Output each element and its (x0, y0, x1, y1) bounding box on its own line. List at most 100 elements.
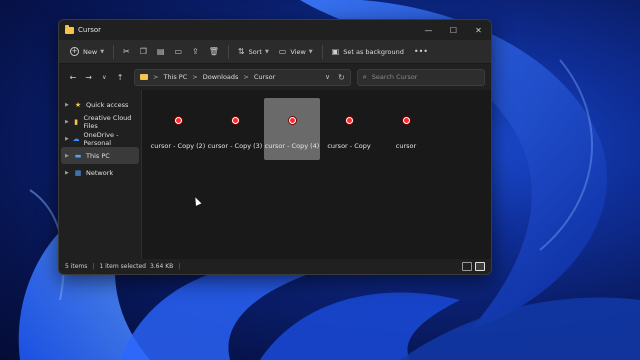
search-icon: ⌕ (362, 72, 367, 81)
file-name: cursor - Copy (2) (150, 142, 206, 150)
status-divider: | (178, 263, 181, 270)
folder-icon (65, 24, 74, 34)
trash-icon: 🗑 (208, 47, 219, 56)
file-item[interactable]: cursor - Copy (2) (150, 98, 206, 160)
star-icon: ★ (74, 100, 82, 109)
window-title: Cursor (78, 26, 102, 34)
cursor-file-icon (402, 116, 410, 124)
command-bar: + New ▼ ✂ ❐ ▤ ▭ ⇪ 🗑 ⇅ Sort ▼ ▭ View ▼ ▣ … (59, 40, 491, 64)
chevron-down-icon: ▼ (308, 48, 313, 55)
sidebar-item-label: Creative Cloud Files (83, 113, 132, 130)
breadcrumb-this-pc[interactable]: This PC (163, 73, 187, 81)
title-bar[interactable]: Cursor — ☐ ✕ (59, 20, 491, 40)
more-options-button[interactable]: ••• (409, 43, 433, 61)
selection-count: 1 item selected (99, 263, 146, 270)
sidebar-item-onedrive[interactable]: ▶ ☁ OneDrive - Personal (61, 130, 139, 147)
expand-chevron-icon[interactable]: ▶ (65, 102, 73, 108)
status-divider: | (92, 263, 95, 270)
sidebar-item-network[interactable]: ▶ ▦ Network (61, 164, 139, 181)
cloud-icon: ☁ (72, 134, 80, 143)
file-name: cursor - Copy (327, 142, 371, 150)
breadcrumb-separator: > (153, 73, 159, 81)
file-item-selected[interactable]: cursor - Copy (4) (264, 98, 320, 160)
cursor-file-icon (345, 116, 353, 124)
file-name: cursor - Copy (3) (207, 142, 263, 150)
file-explorer-window: Cursor — ☐ ✕ + New ▼ ✂ ❐ ▤ ▭ ⇪ 🗑 ⇅ Sort … (58, 19, 492, 275)
up-arrow-icon[interactable]: ↑ (112, 73, 128, 82)
back-arrow-icon[interactable]: ← (65, 73, 81, 82)
file-item[interactable]: cursor (378, 98, 434, 160)
paste-button[interactable]: ▤ (152, 43, 170, 61)
file-name: cursor (395, 142, 417, 150)
refresh-icon[interactable]: ↻ (338, 73, 345, 82)
item-count: 5 items (65, 263, 88, 270)
sort-icon: ⇅ (237, 47, 245, 56)
sidebar-item-this-pc[interactable]: ▶ ▬ This PC (61, 147, 139, 164)
delete-button[interactable]: 🗑 (204, 43, 224, 61)
close-button[interactable]: ✕ (466, 20, 491, 40)
copy-icon: ❐ (139, 47, 147, 56)
minimize-button[interactable]: — (416, 20, 441, 40)
toolbar-divider (227, 44, 229, 59)
breadcrumb-cursor[interactable]: Cursor (254, 73, 275, 81)
paste-icon: ▤ (156, 47, 165, 56)
set-as-background-label: Set as background (343, 47, 404, 56)
chevron-down-icon: ▼ (100, 48, 105, 55)
rename-icon: ▭ (174, 47, 183, 56)
sort-button[interactable]: ⇅ Sort ▼ (233, 43, 274, 61)
cursor-file-icon (231, 116, 239, 124)
expand-chevron-icon[interactable]: ▶ (65, 119, 72, 125)
address-bar[interactable]: > This PC > Downloads > Cursor ∨ ↻ (134, 68, 351, 86)
sort-label: Sort (248, 47, 262, 56)
details-view-icon[interactable] (462, 262, 472, 271)
view-button[interactable]: ▭ View ▼ (274, 43, 318, 61)
sidebar-item-creative-cloud-files[interactable]: ▶ ▮ Creative Cloud Files (61, 113, 139, 130)
cursor-file-icon (288, 116, 296, 124)
cursor-file-icon (174, 116, 182, 124)
share-icon: ⇪ (192, 47, 199, 56)
expand-chevron-icon[interactable]: ▶ (65, 136, 72, 142)
plus-icon: + (70, 47, 79, 56)
cut-button[interactable]: ✂ (118, 43, 135, 61)
more-icon: ••• (413, 47, 428, 56)
large-icons-view-icon[interactable] (475, 262, 485, 271)
copy-button[interactable]: ❐ (135, 43, 152, 61)
search-input[interactable]: ⌕ Search Cursor (356, 68, 485, 86)
sidebar-item-label: This PC (86, 151, 110, 160)
file-list: cursor - Copy (2) cursor - Copy (3) curs… (142, 90, 491, 259)
forward-arrow-icon[interactable]: → (81, 73, 97, 82)
maximize-button[interactable]: ☐ (441, 20, 466, 40)
sidebar-item-label: Network (86, 168, 114, 177)
new-label: New (83, 47, 98, 56)
file-name: cursor - Copy (4) (264, 142, 320, 150)
folder-icon (140, 74, 148, 80)
navigation-pane: ▶ ★ Quick access ▶ ▮ Creative Cloud File… (59, 90, 142, 259)
search-placeholder: Search Cursor (371, 73, 418, 81)
view-icon: ▭ (278, 47, 287, 56)
file-item[interactable]: cursor - Copy (3) (207, 98, 263, 160)
toolbar-divider (321, 44, 323, 59)
computer-icon: ▬ (74, 151, 82, 160)
sidebar-item-label: OneDrive - Personal (83, 130, 119, 147)
sidebar-item-quick-access[interactable]: ▶ ★ Quick access (61, 96, 139, 113)
breadcrumb-separator: > (243, 73, 249, 81)
rename-button[interactable]: ▭ (169, 43, 187, 61)
new-button[interactable]: + New ▼ (65, 43, 109, 61)
status-bar: 5 items | 1 item selected 3.64 KB | (59, 259, 491, 274)
recent-chevron-icon[interactable]: ∨ (97, 74, 113, 81)
selection-size: 3.64 KB (149, 263, 174, 270)
expand-chevron-icon[interactable]: ▶ (65, 170, 73, 176)
file-item[interactable]: cursor - Copy (321, 98, 377, 160)
share-button[interactable]: ⇪ (187, 43, 204, 61)
breadcrumb-downloads[interactable]: Downloads (203, 73, 239, 81)
scissors-icon: ✂ (123, 47, 130, 56)
address-dropdown-icon[interactable]: ∨ (325, 73, 330, 81)
view-label: View (290, 47, 306, 56)
navigation-row: ← → ∨ ↑ > This PC > Downloads > Cursor ∨… (59, 64, 491, 90)
set-as-background-button[interactable]: ▣ Set as background (327, 43, 409, 61)
explorer-body: ▶ ★ Quick access ▶ ▮ Creative Cloud File… (59, 90, 491, 259)
expand-chevron-icon[interactable]: ▶ (65, 153, 73, 159)
document-icon: ▮ (74, 117, 79, 126)
sidebar-item-label: Quick access (86, 100, 129, 109)
toolbar-divider (113, 44, 115, 59)
